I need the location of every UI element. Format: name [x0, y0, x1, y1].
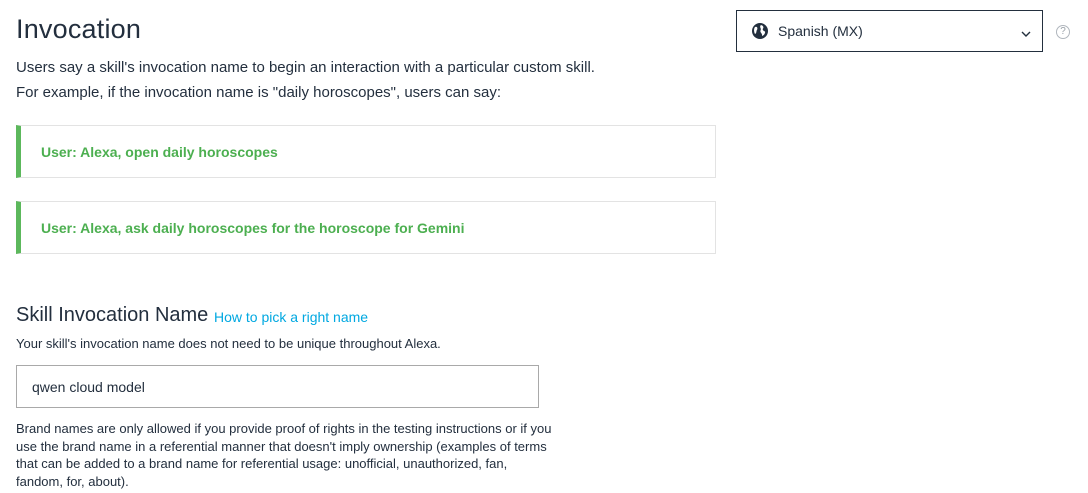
- example-utterance-card: User: Alexa, ask daily horoscopes for th…: [16, 201, 716, 254]
- section-description: Your skill's invocation name does not ne…: [16, 336, 441, 351]
- brand-names-note: Brand names are only allowed if you prov…: [16, 421, 552, 489]
- example-utterance-text: User: Alexa, ask daily horoscopes for th…: [41, 219, 465, 236]
- page-description-line2: For example, if the invocation name is "…: [16, 84, 502, 101]
- language-select[interactable]: Spanish (MX): [736, 10, 1043, 52]
- example-utterance-text: User: Alexa, open daily horoscopes: [41, 143, 278, 160]
- page-title: Invocation: [16, 14, 142, 44]
- pick-name-help-link[interactable]: How to pick a right name: [214, 309, 368, 325]
- invocation-page: Invocation Users say a skill's invocatio…: [0, 0, 1088, 493]
- example-utterance-card: User: Alexa, open daily horoscopes: [16, 125, 716, 178]
- section-title: Skill Invocation Name: [16, 304, 209, 326]
- help-icon[interactable]: ?: [1056, 25, 1070, 39]
- invocation-name-input[interactable]: [16, 365, 539, 408]
- globe-icon: [751, 22, 769, 40]
- language-select-value: Spanish (MX): [778, 23, 863, 39]
- page-description-line1: Users say a skill's invocation name to b…: [16, 59, 595, 76]
- chevron-down-icon: [1020, 26, 1032, 37]
